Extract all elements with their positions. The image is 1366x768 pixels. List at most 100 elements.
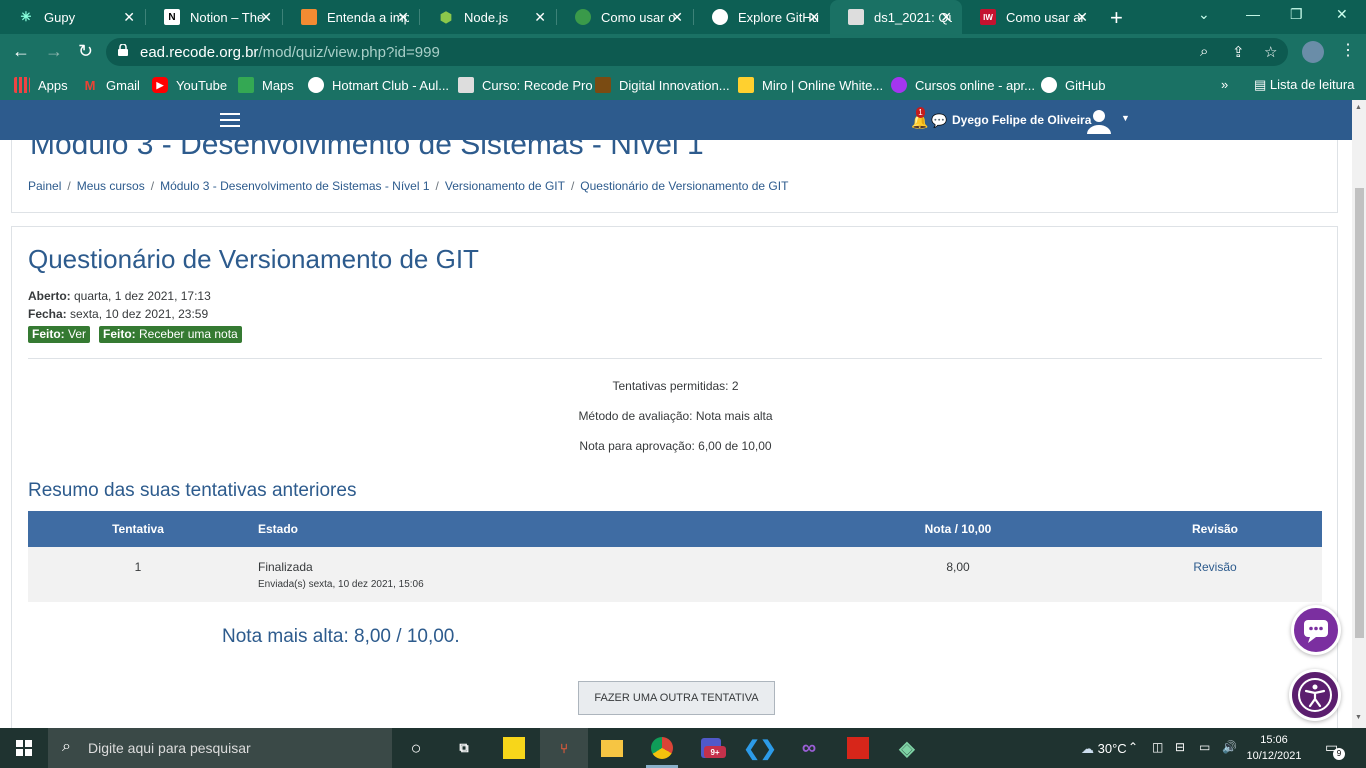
url-text: ead.recode.org.br/mod/quiz/view.php?id=9… bbox=[140, 44, 440, 61]
forward-arrow-icon[interactable]: → bbox=[45, 41, 63, 62]
zoom-icon[interactable]: ⌕ bbox=[1200, 43, 1208, 60]
close-icon[interactable]: ✕ bbox=[1076, 9, 1088, 25]
network-icon[interactable]: ⊟ bbox=[1175, 740, 1185, 754]
acrobat-icon[interactable] bbox=[844, 734, 872, 762]
file-explorer-icon[interactable] bbox=[598, 734, 626, 762]
tab-quiz-active[interactable]: ds1_2021: Qu ✕ bbox=[830, 0, 962, 34]
user-avatar-icon[interactable] bbox=[1086, 108, 1112, 134]
meet-now-icon[interactable]: ◫ bbox=[1152, 740, 1163, 754]
breadcrumb-separator: / bbox=[150, 179, 155, 193]
reload-icon[interactable]: ↻ bbox=[78, 41, 93, 62]
notion-icon: N bbox=[164, 9, 180, 25]
messages-icon[interactable]: 💬 bbox=[931, 113, 947, 129]
chevron-up-icon[interactable]: ⌃ bbox=[1128, 740, 1138, 754]
bookmark-star-icon[interactable]: ☆ bbox=[1264, 43, 1277, 61]
taskbar-search-input[interactable]: ⌕ Digite aqui para pesquisar bbox=[48, 728, 392, 768]
bookmark-gmail[interactable]: M Gmail bbox=[82, 77, 140, 93]
share-icon[interactable]: ⇪ bbox=[1232, 43, 1245, 61]
vscode-icon[interactable]: ❮❯ bbox=[743, 734, 777, 762]
gitkraken-icon[interactable]: ◈ bbox=[893, 734, 921, 762]
cortana-icon[interactable]: ○ bbox=[402, 734, 430, 762]
close-window-icon[interactable]: ✕ bbox=[1336, 6, 1348, 23]
breadcrumb-course[interactable]: Módulo 3 - Desenvolvimento de Sistemas -… bbox=[160, 179, 429, 193]
close-icon[interactable]: ✕ bbox=[397, 9, 409, 25]
breadcrumb-quiz[interactable]: Questionário de Versionamento de GIT bbox=[580, 179, 788, 193]
bookmark-apps[interactable]: Apps bbox=[14, 77, 68, 93]
bookmark-hotmart[interactable]: Hotmart Club - Aul... bbox=[308, 77, 449, 93]
retry-attempt-button[interactable]: FAZER UMA OUTRA TENTATIVA bbox=[578, 681, 775, 715]
windows-start-icon[interactable] bbox=[16, 740, 32, 756]
notification-count-badge: 1 bbox=[916, 107, 925, 118]
bookmark-label: Gmail bbox=[106, 77, 140, 93]
close-icon[interactable]: ✕ bbox=[940, 9, 952, 25]
bookmark-maps[interactable]: Maps bbox=[238, 77, 294, 93]
bookmark-dio[interactable]: Digital Innovation... bbox=[595, 77, 730, 93]
address-bar[interactable]: ead.recode.org.br/mod/quiz/view.php?id=9… bbox=[106, 38, 1288, 66]
miro-icon bbox=[738, 77, 754, 93]
bookmark-udemy[interactable]: Cursos online - apr... bbox=[891, 77, 1035, 93]
close-icon[interactable]: ✕ bbox=[123, 9, 135, 25]
close-icon[interactable]: ✕ bbox=[260, 9, 272, 25]
bookmark-youtube[interactable]: ▶ YouTube bbox=[152, 77, 227, 93]
chrome-icon[interactable] bbox=[648, 734, 676, 762]
breadcrumb-section[interactable]: Versionamento de GIT bbox=[445, 179, 565, 193]
opened-value: quarta, 1 dez 2021, 17:13 bbox=[70, 289, 211, 303]
visual-studio-icon[interactable]: ∞ bbox=[795, 734, 823, 762]
close-icon[interactable]: ✕ bbox=[534, 9, 546, 25]
accessibility-icon bbox=[1298, 678, 1332, 712]
bookmark-github[interactable]: GitHub bbox=[1041, 77, 1105, 93]
breadcrumb-meus-cursos[interactable]: Meus cursos bbox=[77, 179, 145, 193]
bookmark-label: Maps bbox=[262, 77, 294, 93]
nodejs-icon: ⬢ bbox=[439, 8, 453, 25]
tab-entenda[interactable]: Entenda a imp ✕ bbox=[283, 0, 419, 34]
close-icon[interactable]: ✕ bbox=[671, 9, 683, 25]
page-scrollbar[interactable]: ▲ ▼ bbox=[1352, 100, 1366, 728]
bookmark-label: Digital Innovation... bbox=[619, 77, 730, 93]
more-bookmarks-icon[interactable]: » bbox=[1221, 77, 1228, 92]
bookmark-label: Miro | Online White... bbox=[762, 77, 884, 93]
teams-badge: 9+ bbox=[704, 746, 726, 758]
chevron-down-icon[interactable]: ▼ bbox=[1121, 113, 1130, 123]
scroll-thumb[interactable] bbox=[1355, 188, 1364, 638]
browser-toolbar: ← → ↻ ead.recode.org.br/mod/quiz/view.ph… bbox=[0, 34, 1366, 70]
tab-github[interactable]: Explore GitHu ✕ bbox=[694, 0, 830, 34]
breadcrumb-separator: / bbox=[570, 179, 575, 193]
clock-time: 15:06 bbox=[1260, 734, 1288, 746]
table-header-row: Tentativa Estado Nota / 10,00 Revisão bbox=[28, 511, 1322, 547]
breadcrumb-painel[interactable]: Painel bbox=[28, 179, 61, 193]
hamburger-menu-icon[interactable] bbox=[220, 113, 240, 127]
attempt-grade: 8,00 bbox=[808, 547, 1108, 602]
close-icon[interactable]: ✕ bbox=[808, 9, 820, 25]
tab-search-icon[interactable]: ⌄ bbox=[1198, 6, 1210, 23]
weather-widget[interactable]: ☁ 30°C bbox=[1081, 741, 1127, 757]
bookmark-recode[interactable]: Curso: Recode Pro bbox=[458, 77, 593, 93]
header-review: Revisão bbox=[1108, 511, 1322, 547]
reading-list-button[interactable]: ▤ Lista de leitura bbox=[1254, 77, 1354, 93]
restore-icon[interactable]: ❐ bbox=[1290, 6, 1303, 23]
bookmark-label: GitHub bbox=[1065, 77, 1106, 93]
tab-como-usar[interactable]: Como usar o ✕ bbox=[557, 0, 693, 34]
scroll-up-icon[interactable]: ▲ bbox=[1355, 104, 1362, 111]
tab-gupy[interactable]: ✳ Gupy ✕ bbox=[0, 0, 145, 34]
browser-menu-icon[interactable]: ⋮ bbox=[1340, 40, 1356, 60]
user-name[interactable]: Dyego Felipe de Oliveira bbox=[952, 113, 1091, 127]
accessibility-button[interactable] bbox=[1289, 669, 1341, 721]
volume-icon[interactable]: 🔊 bbox=[1222, 740, 1237, 754]
clock[interactable]: 15:06 10/12/2021 bbox=[1244, 732, 1304, 764]
globe-icon bbox=[308, 77, 324, 93]
new-tab-button[interactable]: + bbox=[1110, 5, 1123, 31]
battery-icon[interactable]: ▭ bbox=[1199, 740, 1210, 754]
back-arrow-icon[interactable]: ← bbox=[12, 41, 30, 62]
tab-notion[interactable]: N Notion – The ✕ bbox=[146, 0, 282, 34]
git-app-icon[interactable]: ⑂ bbox=[550, 734, 578, 762]
sticky-notes-icon[interactable] bbox=[500, 734, 528, 762]
review-link[interactable]: Revisão bbox=[1193, 560, 1236, 574]
bookmark-miro[interactable]: Miro | Online White... bbox=[738, 77, 883, 93]
tab-como-usar-ar[interactable]: IW Como usar ar ✕ bbox=[962, 0, 1098, 34]
minimize-icon[interactable]: — bbox=[1246, 6, 1260, 22]
chat-widget-button[interactable] bbox=[1291, 605, 1341, 655]
profile-avatar[interactable] bbox=[1302, 41, 1324, 63]
scroll-down-icon[interactable]: ▼ bbox=[1355, 714, 1362, 721]
tab-nodejs[interactable]: ⬢ Node.js ✕ bbox=[420, 0, 556, 34]
task-view-icon[interactable]: ⧉ bbox=[450, 734, 478, 762]
